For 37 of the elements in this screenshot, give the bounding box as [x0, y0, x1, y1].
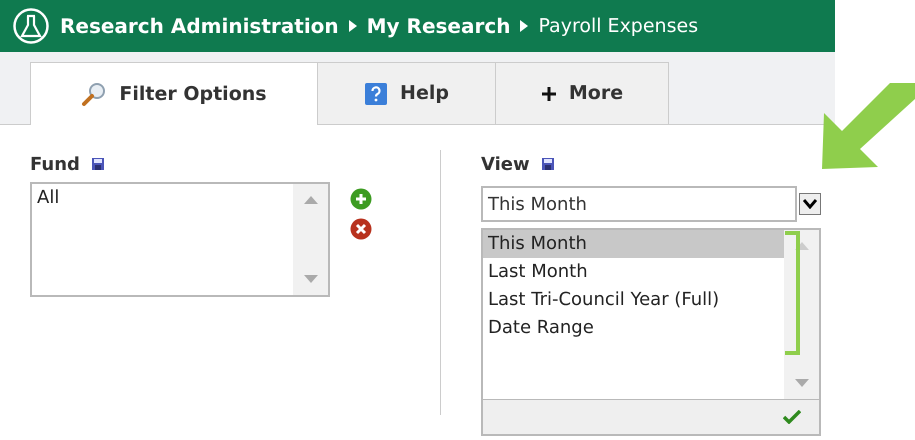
tab[interactable]: More: [495, 62, 669, 124]
list-option[interactable]: Last Tri-Council Year (Full): [483, 286, 784, 314]
plus-icon: [540, 86, 557, 102]
chevron-icon: [520, 20, 528, 32]
field-label: Fund: [30, 152, 80, 176]
magnifier-icon: [81, 81, 108, 107]
tab[interactable]: Filter Options: [30, 62, 318, 125]
list-option[interactable]: Date Range: [483, 314, 784, 342]
help-icon: [364, 82, 388, 106]
up-arrow-icon: [794, 242, 808, 250]
scrollbar[interactable]: [784, 230, 819, 399]
add-button[interactable]: [350, 188, 372, 210]
list-option[interactable]: Last Month: [483, 258, 784, 286]
save-icon: [92, 158, 104, 170]
list-option[interactable]: This Month: [483, 230, 784, 258]
up-arrow-icon: [304, 196, 318, 204]
breadcrumb-link[interactable]: Research Administration: [60, 11, 339, 41]
breadcrumb-current: Payroll Expenses: [538, 14, 698, 39]
field-label: View: [481, 152, 530, 176]
option-listbox[interactable]: This Month Last Month Last Tri-Council Year (Full) Date Range: [481, 228, 821, 400]
x-circle-icon: [350, 218, 372, 240]
fund-listbox[interactable]: All: [30, 182, 330, 297]
dropdown-field[interactable]: This Month: [481, 186, 797, 222]
save-icon: [542, 158, 554, 170]
remove-button[interactable]: [350, 218, 372, 240]
breadcrumb-link[interactable]: My Research: [366, 11, 510, 41]
confirm-button[interactable]: [783, 410, 801, 424]
flask-logo-icon: [12, 7, 50, 45]
down-arrow-icon: [794, 379, 808, 387]
checkmark-icon: [783, 410, 801, 424]
dropdown-button[interactable]: [799, 193, 821, 215]
chevron-icon: [348, 20, 357, 32]
list-option[interactable]: All: [32, 184, 293, 212]
plus-circle-icon: [350, 188, 372, 210]
caret-icon: [803, 199, 817, 209]
scrollbar[interactable]: [293, 184, 328, 295]
down-arrow-icon: [304, 275, 318, 283]
